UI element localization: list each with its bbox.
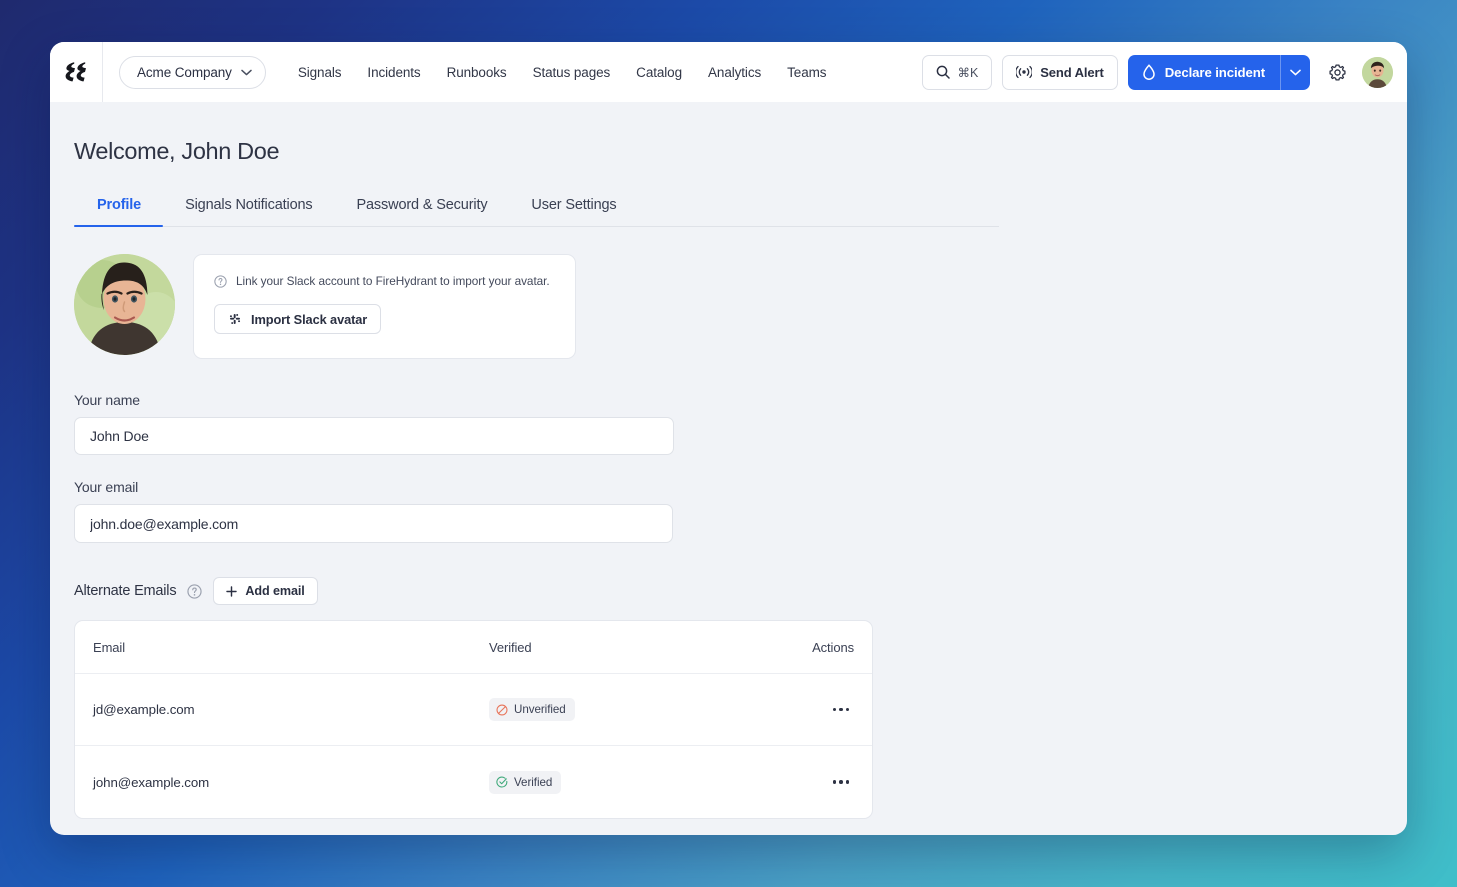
nav-link-signals[interactable]: Signals (298, 65, 342, 80)
firehydrant-logo[interactable] (50, 42, 103, 102)
search-button[interactable]: ⌘K (921, 54, 993, 90)
profile-avatar[interactable] (74, 254, 175, 355)
declare-incident-label: Declare incident (1164, 64, 1265, 80)
slack-icon (229, 313, 241, 325)
org-switcher-label: Acme Company (137, 64, 232, 80)
import-slack-avatar-label: Import Slack avatar (251, 311, 368, 327)
slack-avatar-card: Link your Slack account to FireHydrant t… (193, 254, 576, 359)
send-alert-button[interactable]: Send Alert (1002, 54, 1118, 90)
cell-actions (809, 699, 854, 721)
profile-tabs: Profile Signals Notifications Password &… (74, 197, 999, 227)
avatar-section: Link your Slack account to FireHydrant t… (74, 254, 1407, 359)
alternate-emails-header: Alternate Emails Add email (74, 577, 1407, 605)
nav-link-incidents[interactable]: Incidents (367, 65, 420, 80)
slack-note-text: Link your Slack account to FireHydrant t… (236, 274, 550, 288)
column-header-actions: Actions (812, 639, 854, 655)
tab-password-security[interactable]: Password & Security (335, 197, 510, 226)
status-badge-verified: Verified (489, 770, 562, 794)
declare-incident-dropdown-toggle[interactable] (1280, 54, 1310, 90)
chevron-down-icon (241, 69, 252, 75)
name-field-group: Your name (74, 392, 1407, 455)
tab-user-settings[interactable]: User Settings (509, 197, 638, 226)
column-header-verified: Verified (489, 639, 532, 655)
settings-button[interactable] (1322, 57, 1352, 87)
add-email-label: Add email (245, 584, 305, 598)
app-window: Acme Company Signals Incidents Runbooks … (50, 42, 1407, 835)
cell-email: jd@example.com (93, 702, 195, 717)
tab-profile[interactable]: Profile (74, 197, 164, 227)
profile-avatar-image (74, 254, 175, 355)
table-row[interactable]: jd@example.com Unverified (75, 674, 872, 746)
declare-incident-group: Declare incident (1127, 54, 1310, 90)
page-body: Welcome, John Doe Profile Signals Notifi… (50, 102, 1407, 835)
nav-link-analytics[interactable]: Analytics (708, 65, 761, 80)
nav-link-catalog[interactable]: Catalog (636, 65, 682, 80)
cell-verified: Unverified (489, 698, 809, 721)
plus-icon (226, 585, 238, 597)
name-input[interactable] (74, 417, 674, 455)
no-entry-icon (496, 703, 508, 716)
table-header-row: Email Verified Actions (75, 621, 872, 674)
import-slack-avatar-button[interactable]: Import Slack avatar (214, 304, 382, 334)
alternate-emails-table: Email Verified Actions jd@example.com Un… (74, 620, 873, 819)
ellipsis-icon[interactable] (828, 771, 854, 793)
avatar (1362, 56, 1393, 88)
status-badge-label: Verified (514, 775, 553, 789)
gear-icon (1328, 63, 1346, 81)
alternate-emails-title: Alternate Emails (74, 583, 177, 599)
status-badge-unverified: Unverified (489, 698, 575, 721)
tab-signals-notifications[interactable]: Signals Notifications (163, 197, 334, 226)
search-icon (936, 65, 950, 79)
email-input[interactable] (74, 504, 673, 543)
cell-email: john@example.com (93, 774, 210, 790)
ellipsis-icon[interactable] (828, 699, 854, 721)
cell-verified: Verified (489, 770, 809, 794)
nav-link-teams[interactable]: Teams (787, 65, 826, 80)
slack-note: Link your Slack account to FireHydrant t… (214, 274, 555, 288)
column-header-email: Email (93, 639, 126, 655)
chevron-down-icon (1290, 69, 1301, 75)
help-circle-icon[interactable] (187, 583, 202, 599)
page-title: Welcome, John Doe (74, 138, 280, 164)
email-field-group: Your email (74, 479, 1407, 543)
search-shortcut-label: ⌘K (957, 65, 979, 80)
help-circle-icon (214, 274, 227, 288)
top-navigation-bar: Acme Company Signals Incidents Runbooks … (50, 42, 1407, 102)
droplet-icon (1142, 64, 1155, 80)
table-row[interactable]: john@example.com Verified (75, 746, 872, 818)
check-circle-icon (496, 776, 508, 788)
firehydrant-logo-icon (65, 62, 86, 82)
send-alert-label: Send Alert (1040, 64, 1104, 80)
nav-link-runbooks[interactable]: Runbooks (447, 65, 507, 80)
status-badge-label: Unverified (514, 703, 566, 716)
name-field-label: Your name (74, 392, 140, 408)
nav-link-status-pages[interactable]: Status pages (533, 65, 611, 80)
user-avatar-button[interactable] (1362, 56, 1393, 88)
topnav-actions: ⌘K Send Alert Declare incident (921, 54, 1407, 90)
cell-actions (809, 771, 854, 793)
add-email-button[interactable]: Add email (213, 577, 318, 605)
email-field-label: Your email (74, 479, 139, 495)
declare-incident-button[interactable]: Declare incident (1128, 55, 1280, 90)
broadcast-icon (1016, 65, 1033, 79)
org-switcher[interactable]: Acme Company (119, 55, 266, 89)
primary-nav: Signals Incidents Runbooks Status pages … (298, 65, 827, 80)
